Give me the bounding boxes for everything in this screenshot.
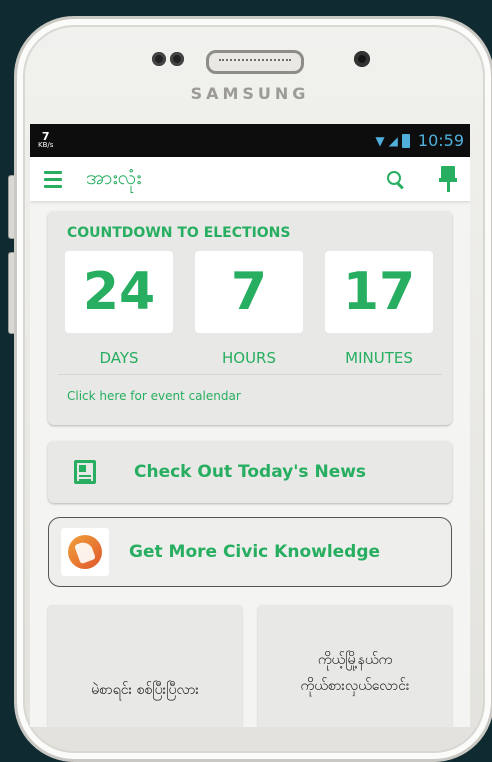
event-calendar-link[interactable]: Click here for event calendar (67, 389, 241, 403)
screen: 7 KB/s ▼ ◢ 10:59 အားလုံး COUNTDOWN TO EL… (30, 124, 470, 727)
voter-list-label: မဲစာရင်း စစ်ပြီးပြီလား (91, 682, 199, 698)
hours-label: HOURS (221, 349, 276, 367)
civic-logo-icon (61, 528, 109, 576)
todays-news-button[interactable]: Check Out Today's News (48, 441, 452, 503)
days-value: 24 (65, 251, 173, 333)
menu-icon[interactable] (44, 170, 62, 188)
network-speed: 7 KB/s (38, 129, 54, 149)
search-icon[interactable] (386, 170, 404, 188)
wifi-icon: ▼ (375, 133, 385, 148)
countdown-title: COUNTDOWN TO ELECTIONS (67, 225, 291, 241)
front-camera (354, 51, 370, 67)
candidates-label-line1: ကိုယ့်မြို့နယ်က (317, 652, 393, 668)
countdown-card: COUNTDOWN TO ELECTIONS 24 7 17 DAYS HOUR… (48, 211, 452, 425)
status-time: 10:59 (417, 131, 464, 150)
brand-logo: SAMSUNG (190, 84, 310, 103)
sensor-dots (152, 52, 184, 66)
todays-news-label: Check Out Today's News (134, 462, 367, 482)
app-title: အားလုံး (86, 165, 142, 189)
newspaper-icon (74, 460, 96, 484)
earpiece-speaker (206, 50, 304, 74)
candidates-tile[interactable]: ကိုယ့်မြို့နယ်က ကိုယ်စားလှယ်လောင်း (258, 605, 452, 727)
candidates-label-line2: ကိုယ်စားလှယ်လောင်း (300, 678, 410, 694)
civic-knowledge-label: Get More Civic Knowledge (129, 542, 381, 562)
days-label: DAYS (99, 349, 139, 367)
battery-icon (401, 133, 410, 148)
app-bar: အားလုံး (30, 157, 470, 201)
signal-icon: ◢ (388, 133, 398, 148)
voter-list-tile[interactable]: မဲစာရင်း စစ်ပြီးပြီလား (48, 605, 242, 727)
hours-value: 7 (195, 251, 303, 333)
civic-knowledge-button[interactable]: Get More Civic Knowledge (48, 517, 452, 587)
minutes-value: 17 (325, 251, 433, 333)
pin-icon[interactable] (439, 165, 457, 193)
status-bar: 7 KB/s ▼ ◢ 10:59 (30, 124, 470, 157)
divider (58, 374, 442, 375)
minutes-label: MINUTES (345, 349, 413, 367)
